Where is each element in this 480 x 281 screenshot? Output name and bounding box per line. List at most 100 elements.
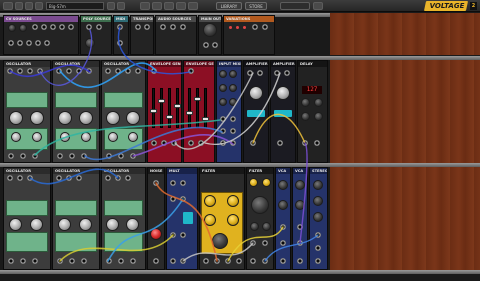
osc-jack[interactable] [105,175,111,181]
osc-jack[interactable] [115,175,121,181]
fm-knob[interactable] [81,132,91,142]
mult-jack[interactable] [180,258,186,264]
frequency-knob[interactable] [9,111,23,125]
osc-jack[interactable] [7,68,13,74]
save-icon[interactable] [15,2,23,10]
osc-out-jack[interactable] [81,153,87,159]
osc-jack[interactable] [66,175,72,181]
osc-out-jack[interactable] [57,153,63,159]
delay-jack[interactable] [314,140,320,146]
osc-jack[interactable] [56,68,62,74]
mix-knob[interactable] [219,98,227,106]
vca-knob[interactable] [295,200,305,210]
audio-in-jack[interactable] [160,24,166,30]
output-jack[interactable] [35,40,41,46]
fm-knob[interactable] [128,132,138,142]
mix-knob[interactable] [229,98,237,106]
fullscreen-icon[interactable] [164,2,174,10]
vca-level-knob[interactable] [278,180,288,190]
mix-knob[interactable] [219,84,227,92]
mix-knob[interactable] [229,70,237,78]
resonance-knob[interactable] [227,195,239,207]
undo-icon[interactable] [25,2,33,10]
osc-out-jack[interactable] [32,153,38,159]
osc-jack[interactable] [27,175,33,181]
amp-jack[interactable] [277,140,283,146]
filter-jack[interactable] [214,258,220,264]
store-button[interactable]: STORE [245,2,267,10]
frequency-knob[interactable] [9,218,22,231]
osc-out-jack[interactable] [106,153,112,159]
sustain-slider[interactable] [166,88,173,128]
mult-jack[interactable] [180,196,186,202]
output-jack[interactable] [41,24,47,30]
osc-jack[interactable] [135,68,141,74]
osc-jack[interactable] [115,68,121,74]
shape-knob[interactable] [30,111,44,125]
osc-jack[interactable] [17,175,23,181]
env-jack[interactable] [151,68,157,74]
mix-jack[interactable] [220,116,226,122]
osc-jack[interactable] [105,68,111,74]
mixer-jack[interactable] [315,258,321,264]
osc-out-jack[interactable] [118,258,124,264]
mix-knob[interactable] [219,70,227,78]
amp-jack[interactable] [274,70,280,76]
mix-jack[interactable] [230,128,236,134]
mix-knob[interactable] [301,112,310,121]
filter-jack[interactable] [236,258,242,264]
delay-time-knob[interactable] [301,98,310,107]
library-button[interactable]: LIBRARY [216,2,242,10]
vca-jack[interactable] [297,258,303,264]
frequency-knob[interactable] [106,218,119,231]
output-jack[interactable] [96,24,102,30]
osc-out-jack[interactable] [57,258,63,264]
mult-jack[interactable] [170,196,176,202]
output-jack[interactable] [8,40,14,46]
master-volume-knob[interactable] [203,23,217,37]
cv-knob[interactable] [19,24,27,32]
redo-icon[interactable] [35,2,43,10]
cutoff-knob[interactable] [251,196,269,214]
noise-jack[interactable] [153,258,159,264]
filter-jack[interactable] [250,258,256,264]
filter-knob[interactable] [204,214,216,226]
mult-jack[interactable] [170,232,176,238]
release-slider[interactable] [174,88,181,128]
variation-jack[interactable] [262,24,268,30]
gain-knob[interactable] [276,86,290,100]
main-out-jack[interactable] [203,42,209,48]
vca-jack[interactable] [280,240,286,246]
osc-out-jack[interactable] [81,258,87,264]
osc-jack[interactable] [76,68,82,74]
mult-jack[interactable] [180,180,186,186]
fine-knob[interactable] [108,132,118,142]
sustain-slider[interactable] [202,88,209,128]
amp-jack[interactable] [257,70,263,76]
frequency-knob[interactable] [106,111,120,125]
vca-knob[interactable] [278,200,288,210]
poly-knob[interactable] [85,38,95,48]
osc-jack[interactable] [56,175,62,181]
shape-knob[interactable] [126,218,139,231]
mult-jack[interactable] [170,180,176,186]
osc-jack[interactable] [17,68,23,74]
mix-jack[interactable] [220,140,226,146]
mult-mode-button[interactable] [183,212,193,224]
transport-jack[interactable] [144,24,150,30]
osc-out-jack[interactable] [32,258,38,264]
osc-jack[interactable] [125,68,131,74]
osc-out-jack[interactable] [106,258,112,264]
mult-jack[interactable] [170,258,176,264]
feedback-knob[interactable] [314,98,323,107]
frequency-knob[interactable] [58,111,72,125]
osc-out-jack[interactable] [8,258,14,264]
osc-jack[interactable] [27,68,33,74]
filter-knob[interactable] [249,178,258,187]
preset-next-icon[interactable] [117,2,125,10]
mixer-jack[interactable] [315,232,321,238]
transport-jack[interactable] [135,24,141,30]
vca-jack[interactable] [280,224,286,230]
vca-jack[interactable] [297,224,303,230]
variation-jack[interactable] [252,24,258,30]
